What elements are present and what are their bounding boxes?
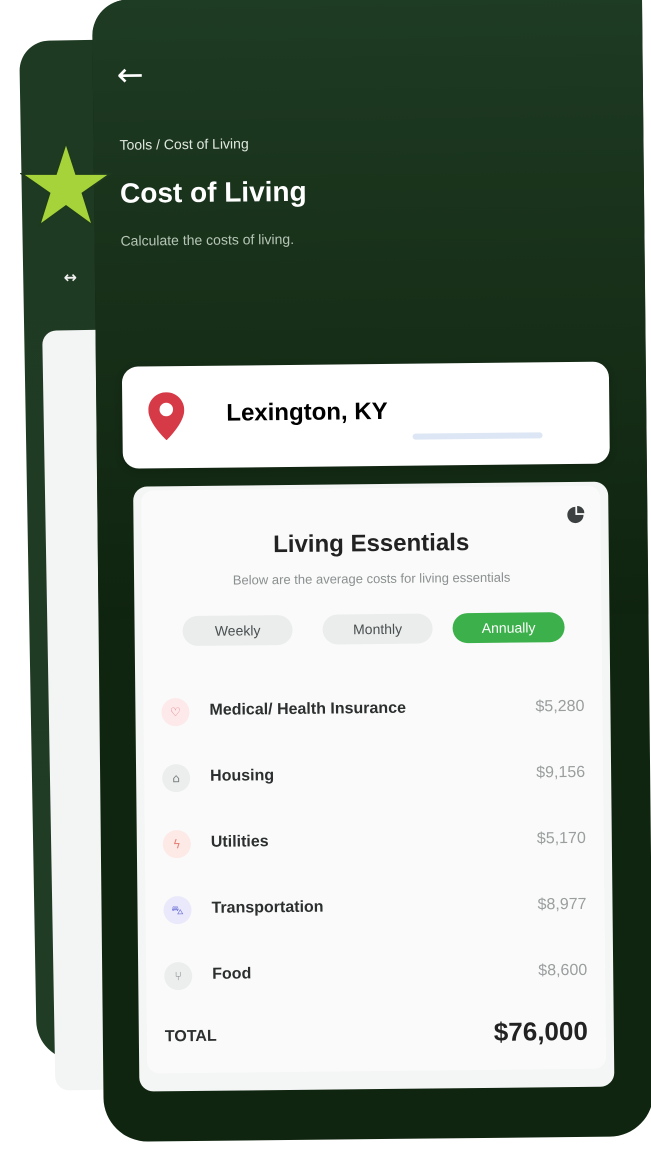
- list-item[interactable]: ⛍ Transportation $8,977: [163, 888, 587, 928]
- location-underline: [412, 432, 543, 440]
- item-amount: $8,977: [537, 895, 587, 914]
- item-label: Transportation: [211, 898, 324, 917]
- heart-icon: ♡: [161, 698, 190, 727]
- item-amount: $9,156: [536, 763, 586, 782]
- sort-icon: ↕: [60, 270, 80, 285]
- cutlery-icon: ⑂: [164, 962, 193, 991]
- arrow-left-icon[interactable]: ←: [117, 55, 151, 93]
- phone-screen: ← Tools / Cost of Living Cost of Living …: [92, 0, 651, 1142]
- living-essentials-card: Living Essentials Below are the average …: [133, 481, 615, 1092]
- bolt-icon: ϟ: [162, 830, 191, 859]
- star-icon: [20, 140, 112, 228]
- total-label: TOTAL: [164, 1027, 217, 1046]
- list-item[interactable]: ϟ Utilities $5,170: [162, 822, 586, 862]
- item-label: Medical/ Health Insurance: [209, 699, 407, 719]
- map-pin-icon: [148, 392, 185, 441]
- page-title: Cost of Living: [119, 175, 307, 209]
- essentials-inner: Living Essentials Below are the average …: [141, 485, 607, 1074]
- tab-weekly[interactable]: Weekly: [182, 614, 293, 647]
- location-value[interactable]: Lexington, KY: [226, 398, 388, 428]
- tab-monthly[interactable]: Monthly: [322, 613, 433, 645]
- item-amount: $8,600: [538, 961, 588, 980]
- item-label: Utilities: [210, 833, 269, 851]
- page-subtitle: Calculate the costs of living.: [120, 230, 295, 249]
- list-item[interactable]: ♡ Medical/ Health Insurance $5,280: [161, 690, 585, 730]
- list-item[interactable]: ⑂ Food $8,600: [164, 954, 587, 994]
- breadcrumb[interactable]: Tools / Cost of Living: [119, 135, 248, 152]
- tab-annually[interactable]: Annually: [452, 612, 565, 644]
- car-icon: ⛍: [163, 896, 192, 925]
- location-card[interactable]: Lexington, KY: [121, 361, 610, 469]
- essentials-description: Below are the average costs for living e…: [232, 569, 511, 588]
- house-icon: ⌂: [162, 764, 191, 793]
- essentials-title: Living Essentials: [273, 529, 470, 559]
- total-amount: $76,000: [493, 1015, 588, 1047]
- list-item[interactable]: ⌂ Housing $9,156: [162, 756, 585, 796]
- item-amount: $5,170: [536, 829, 586, 848]
- item-amount: $5,280: [535, 697, 585, 716]
- pie-chart-icon[interactable]: [566, 505, 585, 524]
- item-label: Food: [212, 965, 252, 983]
- item-label: Housing: [210, 767, 275, 785]
